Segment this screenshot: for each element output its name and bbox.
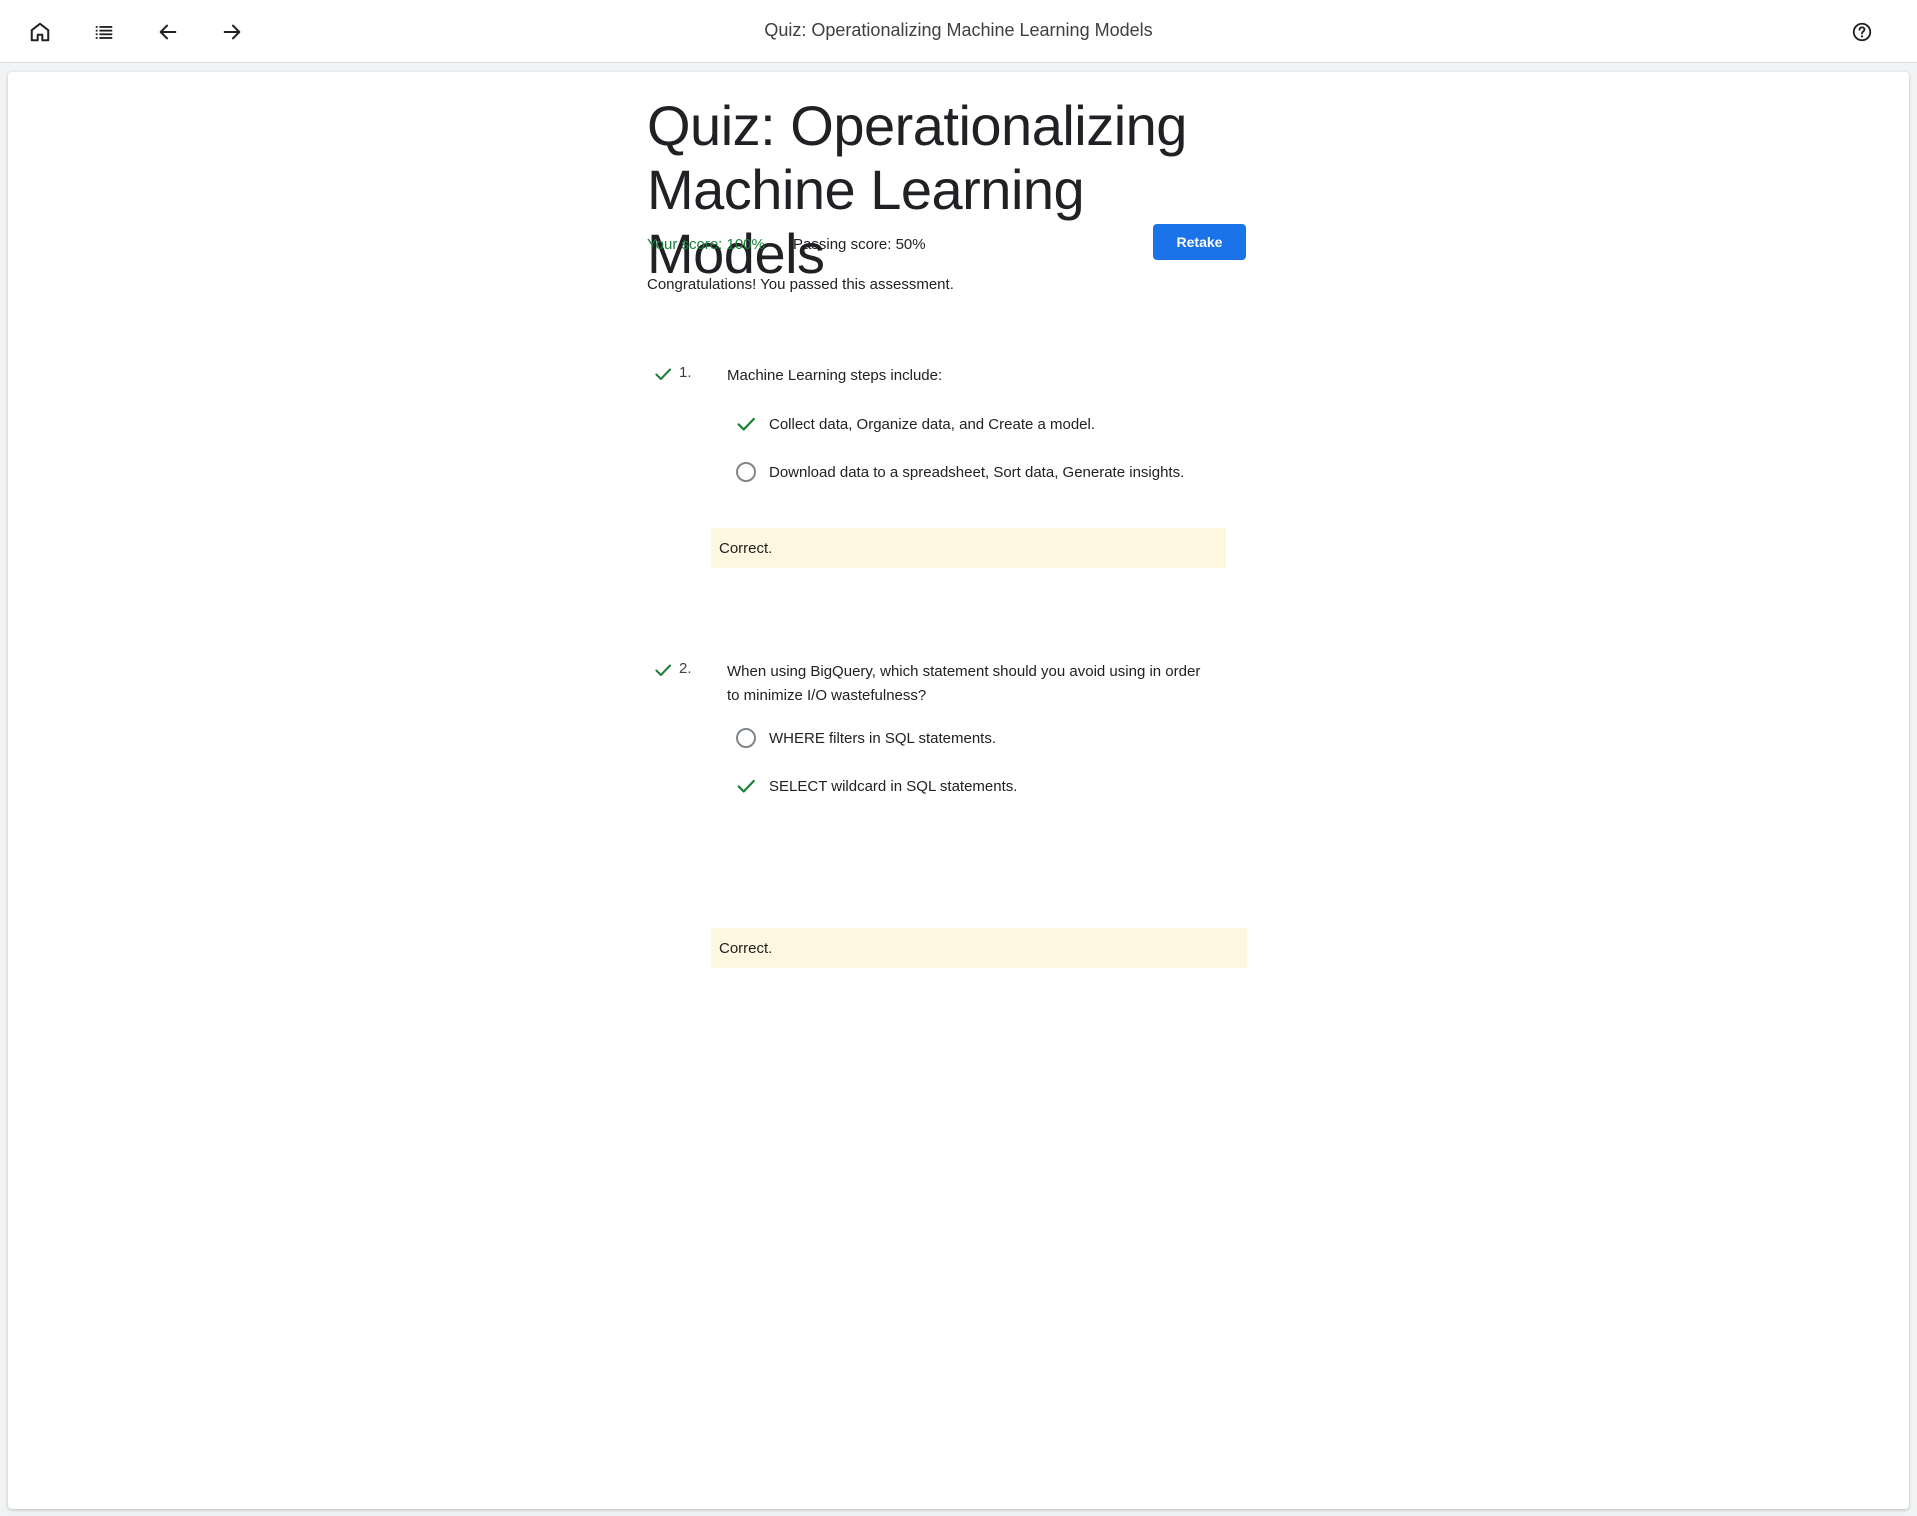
answer-option[interactable]: Collect data, Organize data, and Create …	[735, 410, 1095, 438]
forward-button[interactable]	[215, 15, 249, 49]
help-button[interactable]	[1845, 15, 1879, 49]
retake-button[interactable]: Retake	[1153, 224, 1246, 260]
correct-check-icon	[655, 368, 672, 380]
radio-unselected-icon	[735, 727, 757, 749]
feedback-box: Correct.	[711, 928, 1247, 968]
selected-check-icon	[735, 775, 757, 797]
correct-check-icon	[655, 664, 672, 676]
question-header: 1. Machine Learning steps include:	[647, 362, 1267, 412]
home-icon	[30, 22, 50, 42]
option-label: WHERE filters in SQL statements.	[769, 729, 997, 747]
arrow-forward-icon	[223, 24, 241, 40]
back-button[interactable]	[151, 15, 185, 49]
toolbar-title: Quiz: Operationalizing Machine Learning …	[764, 20, 1153, 40]
question-number: 1.	[679, 364, 692, 381]
score-row: Your score: 100% Passing score: 50%	[647, 236, 926, 253]
feedback-box: Correct.	[711, 528, 1226, 568]
question-2: 2. When using BigQuery, which statement …	[647, 658, 1267, 968]
top-toolbar: Quiz: Operationalizing Machine Learning …	[0, 0, 1917, 63]
answer-option[interactable]: SELECT wildcard in SQL statements.	[735, 772, 1017, 800]
selected-check-icon	[735, 413, 757, 435]
arrow-back-icon	[159, 24, 177, 40]
home-button[interactable]	[23, 15, 57, 49]
option-label: SELECT wildcard in SQL statements.	[769, 777, 1018, 795]
answer-option[interactable]: WHERE filters in SQL statements.	[735, 724, 996, 752]
question-number: 2.	[679, 660, 692, 677]
question-header: 2. When using BigQuery, which statement …	[647, 658, 1267, 708]
outline-button[interactable]	[87, 15, 121, 49]
radio-unselected-icon	[735, 461, 757, 483]
passing-score: Passing score: 50%	[793, 236, 926, 253]
list-icon	[95, 26, 113, 39]
help-icon	[1852, 22, 1872, 42]
answer-option[interactable]: Download data to a spreadsheet, Sort dat…	[735, 458, 1184, 486]
content-card: Quiz: Operationalizing Machine Learning …	[8, 72, 1909, 1509]
question-text: Machine Learning steps include:	[727, 367, 943, 384]
result-message: Congratulations! You passed this assessm…	[647, 276, 954, 293]
question-text: When using BigQuery, which statement sho…	[727, 663, 1201, 704]
option-label: Collect data, Organize data, and Create …	[769, 415, 1096, 433]
option-label: Download data to a spreadsheet, Sort dat…	[769, 463, 1185, 481]
question-1: 1. Machine Learning steps include: Colle…	[647, 362, 1267, 568]
your-score: Your score: 100%	[647, 236, 765, 253]
